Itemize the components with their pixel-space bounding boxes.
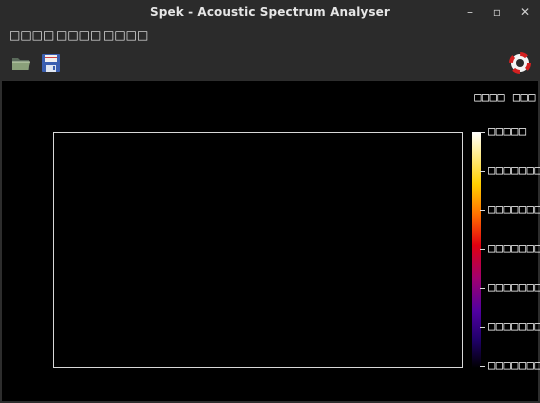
menu-bar: □□□□ □□□□ □□□□ bbox=[0, 24, 540, 46]
help-button[interactable] bbox=[509, 52, 531, 74]
minimize-button[interactable]: – bbox=[463, 5, 477, 19]
save-button[interactable] bbox=[40, 52, 62, 74]
scale-label: □□□□□□□ bbox=[488, 280, 540, 294]
scale-label: □□□□□□□ bbox=[488, 163, 540, 177]
scale-tick bbox=[480, 171, 485, 172]
scale-label: □□□□□□□ bbox=[488, 358, 540, 372]
scale-tick bbox=[480, 249, 485, 250]
title-bar: Spek - Acoustic Spectrum Analyser – ▫ ✕ bbox=[0, 0, 540, 24]
spectrum-plot-area[interactable] bbox=[53, 132, 463, 368]
toolbar bbox=[0, 46, 540, 80]
open-button[interactable] bbox=[10, 52, 32, 74]
scale-label: □□□□□□□ bbox=[488, 319, 540, 333]
scale-tick bbox=[480, 366, 485, 367]
help-lifebuoy-icon bbox=[509, 52, 531, 74]
scale-tick bbox=[480, 327, 485, 328]
maximize-button[interactable]: ▫ bbox=[490, 5, 504, 19]
close-button[interactable]: ✕ bbox=[518, 5, 532, 19]
color-scale-bar bbox=[472, 132, 481, 368]
save-icon bbox=[42, 54, 60, 72]
folder-open-icon bbox=[12, 58, 30, 70]
menu-item-2[interactable]: □□□□ bbox=[56, 27, 101, 43]
window-title: Spek - Acoustic Spectrum Analyser bbox=[150, 5, 390, 19]
scale-label: □□□□□ bbox=[488, 124, 527, 138]
spectrum-viewer[interactable]: □□□□ □□□ □□□□□ □□□□□□□ □□□□□□□ □□□□□□□ □… bbox=[2, 81, 540, 401]
scale-label: □□□□□□□ bbox=[488, 202, 540, 216]
scale-tick bbox=[480, 132, 485, 133]
app-window: Spek - Acoustic Spectrum Analyser – ▫ ✕ … bbox=[0, 0, 540, 403]
scale-label: □□□□□□□ bbox=[488, 241, 540, 255]
viewer-header-text: □□□□ □□□ bbox=[474, 90, 536, 104]
scale-tick bbox=[480, 210, 485, 211]
menu-item-1[interactable]: □□□□ bbox=[9, 27, 54, 43]
menu-item-3[interactable]: □□□□ bbox=[103, 27, 148, 43]
scale-tick bbox=[480, 288, 485, 289]
